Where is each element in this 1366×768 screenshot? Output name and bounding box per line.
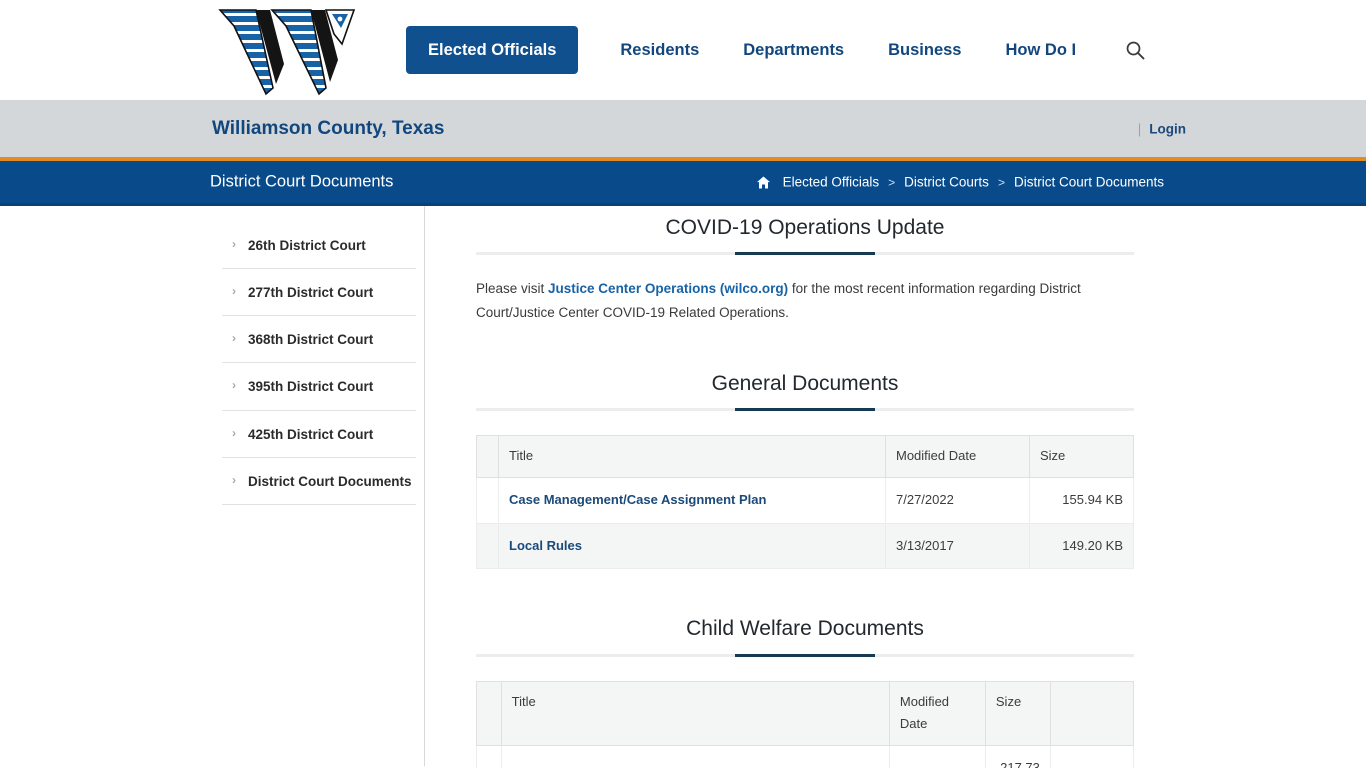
row-icon-cell (476, 476, 499, 524)
table-header: Title Modified Date Size (476, 680, 1135, 747)
site-logo[interactable] (216, 4, 358, 96)
sidebar: › 26th District Court › 277th District C… (0, 206, 425, 766)
row-title-cell: Local Rules (498, 522, 886, 570)
table-header-row: Title Modified Date Size (476, 680, 1135, 747)
row-size-cell: 149.20 KB (1029, 522, 1134, 570)
general-documents-heading-text: General Documents (711, 371, 899, 395)
page-title: District Court Documents (210, 172, 394, 191)
main-navigation: Elected Officials Residents Departments … (406, 0, 1148, 100)
sidebar-item-label: District Court Documents (248, 473, 412, 489)
column-header-title: Title (498, 435, 886, 478)
breadcrumb-item-district-court-documents[interactable]: District Court Documents (1014, 175, 1164, 190)
column-header-modified-date: Modified Date (888, 680, 986, 747)
child-welfare-documents-heading: Child Welfare Documents (476, 615, 1134, 657)
covid-text-before: Please visit (476, 281, 549, 297)
column-header-action (1049, 680, 1135, 747)
page-body: › 26th District Court › 277th District C… (0, 206, 1366, 768)
nav-item-departments[interactable]: Departments (721, 42, 866, 59)
column-header-size: Size (984, 680, 1051, 747)
column-header-icon (476, 680, 502, 747)
column-header-icon (476, 435, 499, 478)
sidebar-item-395th-district-court[interactable]: › 395th District Court (222, 363, 416, 411)
covid-paragraph: Please visit Justice Center Operations (… (476, 277, 1134, 323)
main-content: COVID-19 Operations Update Please visit … (425, 206, 1366, 768)
document-link[interactable]: Local Rules (509, 538, 582, 553)
chevron-right-icon: › (232, 425, 236, 440)
utility-bar: Williamson County, Texas | Login (0, 100, 1366, 157)
row-modified-cell: 10/21/2021 (888, 745, 986, 768)
covid-heading-text: COVID-19 Operations Update (665, 216, 945, 239)
child-welfare-heading-text: Child Welfare Documents (686, 617, 924, 641)
breadcrumb: Elected Officials > District Courts > Di… (756, 175, 1164, 190)
heading-accent-rule (735, 408, 875, 412)
search-button[interactable] (1122, 37, 1148, 63)
sidebar-item-26th-district-court[interactable]: › 26th District Court (222, 222, 416, 270)
row-icon-cell (476, 745, 502, 768)
row-size-cell: 217.73 KB (984, 745, 1051, 768)
heading-accent-rule (735, 252, 875, 256)
row-title-cell: 2021 CPS & Family Application for Attorn… (500, 745, 890, 768)
row-icon-cell (476, 522, 499, 570)
general-documents-table: Title Modified Date Size Case Management… (476, 435, 1134, 570)
county-name: Williamson County, Texas (212, 117, 445, 139)
breadcrumb-separator: > (997, 175, 1005, 189)
row-title-cell: Case Management/Case Assignment Plan (498, 476, 886, 524)
chevron-right-icon: › (232, 284, 236, 299)
heading-accent-rule (735, 653, 875, 657)
sidebar-item-label: 425th District Court (248, 426, 374, 442)
document-link[interactable]: Case Management/Case Assignment Plan (509, 492, 766, 507)
sidebar-item-label: 395th District Court (248, 379, 374, 395)
williamson-w-logo-icon (218, 9, 356, 96)
nav-item-elected-officials[interactable]: Elected Officials (406, 25, 579, 75)
column-header-modified-date: Modified Date (885, 435, 1030, 478)
column-header-title: Title (500, 680, 890, 747)
table-row: Local Rules 3/13/2017 149.20 KB (476, 522, 1134, 570)
chevron-right-icon: › (232, 331, 236, 346)
sidebar-item-425th-district-court[interactable]: › 425th District Court (222, 411, 416, 458)
table-row: 2021 CPS & Family Application for Attorn… (476, 745, 1135, 768)
table-body: 2021 CPS & Family Application for Attorn… (476, 745, 1135, 768)
login-link[interactable]: Login (1149, 121, 1186, 136)
justice-center-operations-link[interactable]: Justice Center Operations (wilco.org) (548, 281, 788, 296)
nav-item-residents[interactable]: Residents (598, 42, 721, 59)
utility-separator: | (1137, 121, 1142, 136)
row-action-cell: Download (1049, 745, 1135, 768)
row-size-cell: 155.94 KB (1029, 476, 1134, 524)
sidebar-item-368th-district-court[interactable]: › 368th District Court (222, 316, 416, 364)
sidebar-nav: › 26th District Court › 277th District C… (222, 222, 416, 505)
chevron-right-icon: › (232, 378, 236, 393)
site-header: Elected Officials Residents Departments … (0, 0, 1366, 100)
table-body: Case Management/Case Assignment Plan 7/2… (476, 476, 1134, 570)
breadcrumb-item-elected-officials[interactable]: Elected Officials (783, 175, 880, 190)
breadcrumb-separator: > (888, 175, 896, 189)
utility-links: | Login (1138, 121, 1186, 136)
sidebar-item-district-court-documents[interactable]: › District Court Documents (222, 458, 416, 505)
covid-section-heading: COVID-19 Operations Update (476, 214, 1134, 256)
table-row: Case Management/Case Assignment Plan 7/2… (476, 476, 1134, 524)
row-modified-cell: 3/13/2017 (885, 522, 1030, 570)
sidebar-item-label: 368th District Court (248, 332, 374, 348)
nav-item-business[interactable]: Business (866, 42, 983, 59)
sidebar-item-label: 26th District Court (248, 238, 366, 253)
chevron-right-icon: › (232, 472, 236, 487)
sidebar-item-label: 277th District Court (248, 285, 374, 301)
row-modified-cell: 7/27/2022 (885, 476, 1030, 524)
chevron-right-icon: › (232, 237, 236, 251)
column-header-size: Size (1029, 435, 1134, 478)
general-documents-heading: General Documents (476, 370, 1134, 412)
breadcrumb-item-district-courts[interactable]: District Courts (904, 175, 989, 190)
page-title-bar: District Court Documents Elected Officia… (0, 161, 1366, 206)
table-header-row: Title Modified Date Size (476, 435, 1134, 478)
home-icon (756, 175, 771, 189)
nav-item-how-do-i[interactable]: How Do I (984, 42, 1099, 59)
child-welfare-documents-table: Title Modified Date Size 2021 CPS & Fami… (476, 680, 1135, 768)
table-header: Title Modified Date Size (476, 435, 1134, 478)
sidebar-item-277th-district-court[interactable]: › 277th District Court (222, 269, 416, 317)
search-icon (1126, 41, 1145, 60)
